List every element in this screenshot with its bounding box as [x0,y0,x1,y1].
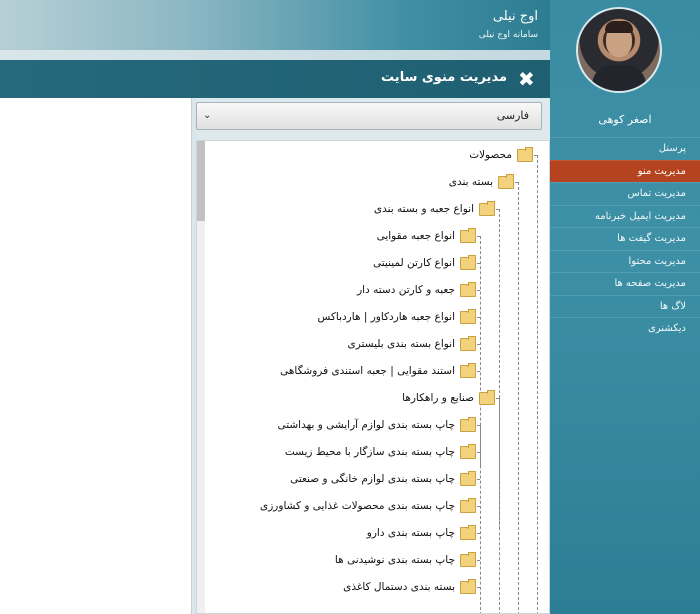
tree-node[interactable]: بسته بندی دستمال کاغذی [343,578,476,596]
folder-icon [479,389,495,405]
avatar [576,7,662,93]
tree-node-label: انواع جعبه هاردکاور | هاردباکس [317,311,456,323]
tree-node[interactable]: انواع جعبه هاردکاور | هاردباکس [317,308,476,326]
tree-node[interactable]: چاپ بسته بندی لوازم خانگی و صنعتی [290,470,476,488]
tree-node-label: چاپ بسته بندی نوشیدنی ها [334,554,455,566]
folder-icon [460,443,476,459]
modal-title: مدیریت منوی سایت [381,70,507,85]
modal-header: مدیریت منوی سایت ✖ [0,60,550,98]
language-select[interactable]: فارسی ⌄ [196,102,542,130]
tree-node[interactable]: چاپ بسته بندی دارو [367,524,476,542]
scrollbar[interactable] [197,141,205,613]
tree-node[interactable]: انواع جعبه و بسته بندی [374,200,495,218]
language-select-value: فارسی [496,109,529,122]
scrollbar-thumb[interactable] [197,141,205,221]
folder-icon [517,146,533,162]
folder-icon [460,524,476,540]
banner-strip [0,50,550,60]
tree-node[interactable]: استند مقوایی | جعبه استندی فروشگاهی [280,362,476,380]
chevron-down-icon: ⌄ [203,110,212,121]
tree-node[interactable]: جعبه و کارتن دسته دار [357,281,476,299]
folder-icon [460,335,476,351]
tree-node-label: بسته بندی دستمال کاغذی [343,581,455,593]
tree-node[interactable]: انواع جعبه مقوایی [377,227,476,245]
tree-node-label: استند مقوایی | جعبه استندی فروشگاهی [280,365,455,377]
tree-connector [518,182,519,613]
sidebar: اصغر کوهی پرسنل مدیریت منو مدیریت تماس م… [550,0,700,614]
tree-node-label: جعبه و کارتن دسته دار [357,284,455,296]
menu-tree: محصولات بسته بندی انواع جعبه و بسته بندی ان… [196,140,550,614]
editor-pane [0,98,192,614]
tree-node-label: انواع جعبه مقوایی [376,230,455,242]
sidebar-item-dictionary[interactable]: دیکشنری [550,317,700,340]
folder-icon [460,470,476,486]
tree-node[interactable]: چاپ بسته بندی محصولات غذایی و کشاورزی [260,497,476,515]
tree-node-label: صنایع و راهکارها [402,392,474,404]
folder-icon [460,227,476,243]
tree-node[interactable]: انواع کارتن لمینیتی [373,254,476,272]
sidebar-item-gift-management[interactable]: مدیریت گیفت ها [550,227,700,250]
folder-icon [460,416,476,432]
sidebar-item-personnel[interactable]: پرسنل [550,137,700,160]
tree-node-label: بسته بندی [448,176,493,188]
folder-icon [460,308,476,324]
tree-node-label: انواع بسته بندی بلیستری [347,338,455,350]
modal-body: فارسی ⌄ محصولات بسته بندی انواع جعبه و بست… [0,98,550,614]
tree-pane: فارسی ⌄ محصولات بسته بندی انواع جعبه و بست… [196,98,550,614]
tree-node[interactable]: بسته بندی [449,173,514,191]
folder-icon [460,578,476,594]
sidebar-item-logs[interactable]: لاگ ها [550,294,700,318]
tree-node-label: چاپ بسته بندی لوازم خانگی و صنعتی [290,473,455,485]
sidebar-menu: پرسنل مدیریت منو مدیریت تماس مدیریت ایمی… [550,137,700,340]
tree-node[interactable]: چاپ بسته بندی لوازم آرایشی و بهداشتی [277,416,476,434]
tree-node-label: چاپ بسته بندی سازگار با محیط زیست [284,446,455,458]
close-icon[interactable]: ✖ [518,69,538,89]
user-name: اصغر کوهی [598,113,652,126]
tree-connector [499,398,500,613]
tree-node-label: چاپ بسته بندی محصولات غذایی و کشاورزی [260,500,455,512]
folder-icon [460,497,476,513]
sidebar-item-content-management[interactable]: مدیریت محتوا [550,249,700,273]
tree-node[interactable]: انواع بسته بندی بلیستری [348,335,476,353]
tree-connector [537,155,538,613]
sidebar-item-menu-management[interactable]: مدیریت منو [550,159,700,182]
folder-icon [460,281,476,297]
tree-node-label: محصولات [469,149,512,161]
tree-node[interactable]: چاپ بسته بندی سازگار با محیط زیست [285,443,476,461]
site-subtitle: سامانه اوج نیلی [478,30,538,40]
tree-node-label: انواع کارتن لمینیتی [372,257,455,269]
tree-connector [480,425,481,613]
tree-node-label: چاپ بسته بندی لوازم آرایشی و بهداشتی [277,419,455,431]
tree-node[interactable]: صنایع و راهکارها [402,389,495,407]
sidebar-item-page-management[interactable]: مدیریت صفحه ها [550,272,700,295]
sidebar-item-newsletter-management[interactable]: مدیریت ایمیل خبرنامه [550,204,700,228]
folder-icon [479,200,495,216]
tree-node[interactable]: چاپ بسته بندی نوشیدنی ها [335,551,476,569]
folder-icon [460,362,476,378]
tree-node-label: چاپ بسته بندی دارو [366,527,455,539]
sidebar-item-contact-management[interactable]: مدیریت تماس [550,182,700,205]
folder-icon [498,173,514,189]
folder-icon [460,254,476,270]
top-banner: اوج نیلی سامانه اوج نیلی [0,0,550,51]
site-title: اوج نیلی [492,9,538,24]
folder-icon [460,551,476,567]
tree-node[interactable]: محصولات [469,146,533,164]
tree-node-label: انواع جعبه و بسته بندی [373,203,474,215]
